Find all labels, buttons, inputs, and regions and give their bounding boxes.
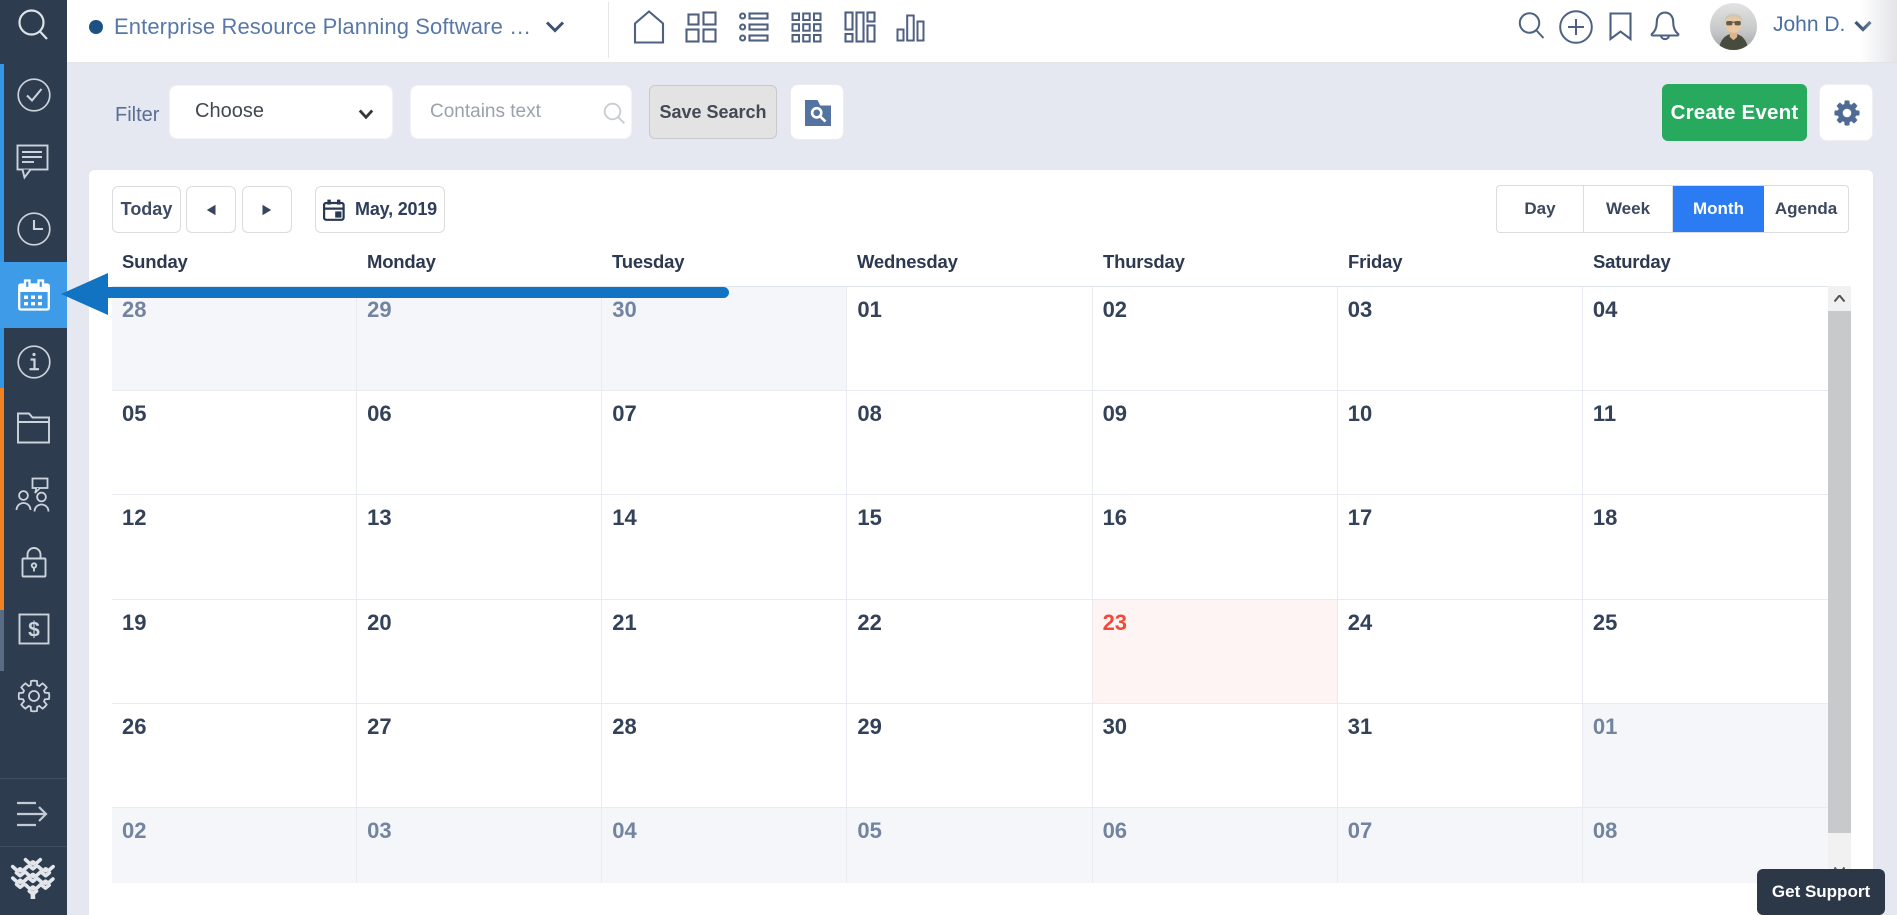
svg-text:$: $ (28, 619, 40, 642)
